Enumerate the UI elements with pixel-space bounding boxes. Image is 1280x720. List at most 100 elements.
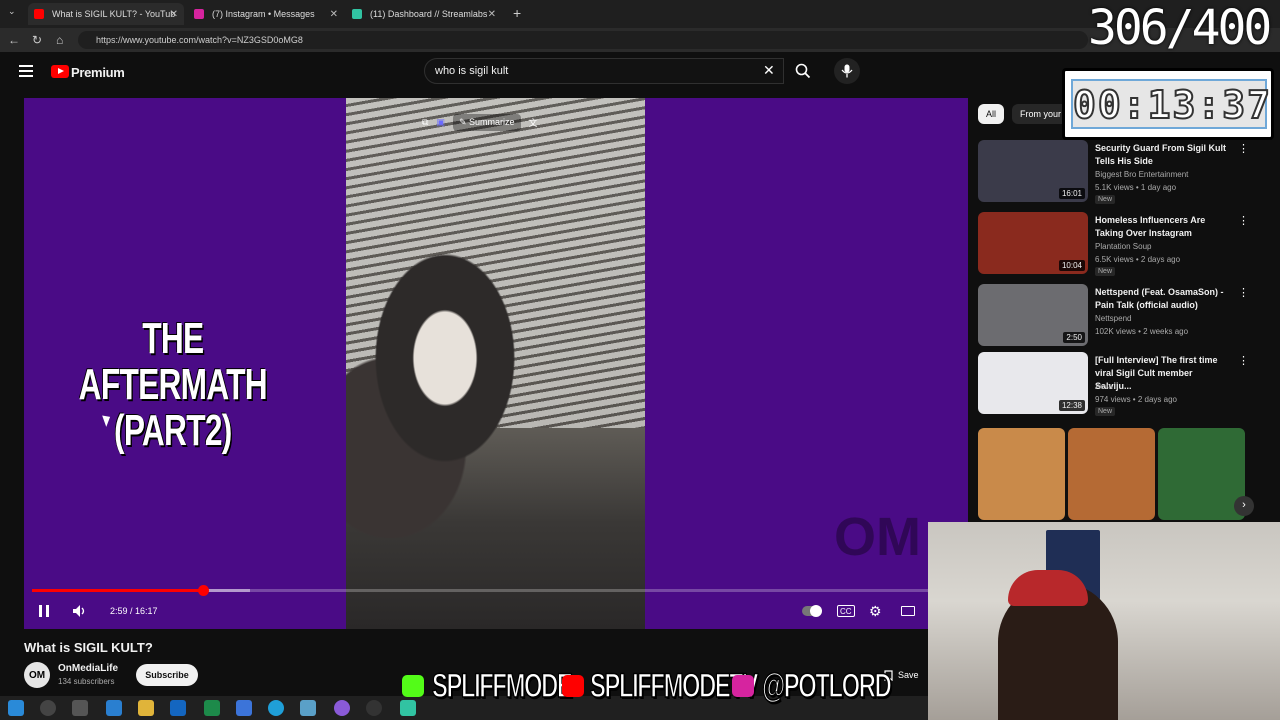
more-options-icon[interactable]: ⋮: [1238, 354, 1249, 367]
short-thumbnail[interactable]: [1158, 428, 1245, 520]
chip-all[interactable]: All: [978, 104, 1005, 124]
tab-list-icon[interactable]: ⌄: [8, 6, 16, 17]
new-badge: New: [1095, 195, 1116, 204]
store-icon[interactable]: [204, 700, 220, 716]
rec-title[interactable]: Security Guard From Sigil Kult Tells His…: [1095, 142, 1230, 168]
windows-start-icon[interactable]: [8, 700, 24, 716]
browser-icon[interactable]: [268, 700, 284, 716]
m365-icon[interactable]: [236, 700, 252, 716]
close-tab-icon[interactable]: ✕: [488, 9, 496, 20]
close-tab-icon[interactable]: ✕: [170, 9, 178, 20]
streamer-cap: [1008, 570, 1088, 606]
channel-avatar[interactable]: OM: [24, 662, 50, 688]
video-title: What is SIGIL KULT?: [24, 640, 153, 655]
summarize-label: Summarize: [469, 117, 515, 127]
edge-icon[interactable]: [106, 700, 122, 716]
rec-title[interactable]: [Full Interview] The first time viral Si…: [1095, 354, 1230, 393]
streamlabs-icon[interactable]: [400, 700, 416, 716]
new-tab-icon[interactable]: +: [513, 5, 521, 21]
recommended-video[interactable]: 12:38 [Full Interview] The first time vi…: [978, 352, 1268, 416]
miniplayer-icon[interactable]: ⧉: [422, 117, 428, 128]
voice-search-button[interactable]: [834, 58, 860, 84]
short-thumbnail[interactable]: [978, 428, 1065, 520]
rec-channel[interactable]: Nettspend: [1095, 314, 1131, 323]
rec-channel[interactable]: Plantation Soup: [1095, 242, 1152, 251]
video-thumbnail[interactable]: 12:38: [978, 352, 1088, 414]
rec-meta: 5.1K views • 1 day ago: [1095, 183, 1177, 192]
tab-instagram[interactable]: (7) Instagram • Messages ✕: [188, 3, 344, 25]
short-thumbnail[interactable]: [1068, 428, 1155, 520]
rec-meta: 6.5K views • 2 days ago: [1095, 255, 1181, 264]
close-tab-icon[interactable]: ✕: [330, 9, 338, 20]
duration-badge: 2:50: [1063, 332, 1085, 343]
more-options-icon[interactable]: ⋮: [1238, 286, 1249, 299]
video-thumbnail[interactable]: 16:01: [978, 140, 1088, 202]
video-top-actions: ⧉ ▣ ✎ Summarize 文: [422, 114, 538, 131]
rec-channel[interactable]: Avva: [1095, 382, 1113, 391]
scrubber-handle[interactable]: [197, 585, 209, 596]
app-icon[interactable]: [300, 700, 316, 716]
search-button[interactable]: [787, 58, 819, 84]
search-input[interactable]: who is sigil kult: [424, 58, 784, 84]
back-icon[interactable]: ←: [8, 33, 20, 47]
youtube-icon: [562, 675, 584, 697]
translate-icon[interactable]: 文: [529, 116, 538, 129]
autoplay-toggle[interactable]: [802, 603, 822, 619]
duration-badge: 10:04: [1058, 260, 1085, 271]
rec-meta: 974 views • 2 days ago: [1095, 395, 1177, 404]
rec-channel[interactable]: Biggest Bro Entertainment: [1095, 170, 1188, 179]
video-player[interactable]: THE AFTERMATH (PART2) OM ⧉ ▣ ✎ Summarize…: [24, 98, 968, 629]
stream-timer: 00:13:37: [1062, 68, 1274, 140]
tab-title: What is SIGIL KULT? - YouTub: [52, 9, 176, 19]
youtube-logo-icon[interactable]: [51, 65, 69, 78]
recommended-video[interactable]: 10:04 Homeless Influencers Are Taking Ov…: [978, 212, 1268, 276]
subscriber-count: 134 subscribers: [58, 677, 115, 686]
menu-icon[interactable]: [19, 65, 33, 77]
clear-search-icon[interactable]: ✕: [763, 62, 775, 79]
discord-icon[interactable]: [334, 700, 350, 716]
tab-youtube[interactable]: What is SIGIL KULT? - YouTub ✕: [28, 3, 184, 25]
settings-icon[interactable]: ⚙: [869, 603, 882, 619]
autoplay-toggle-knob: [810, 605, 822, 617]
outlook-icon[interactable]: [170, 700, 186, 716]
tab-title: (7) Instagram • Messages: [212, 9, 315, 19]
reload-icon[interactable]: ↻: [32, 33, 42, 47]
obs-icon[interactable]: [366, 700, 382, 716]
file-explorer-icon[interactable]: [138, 700, 154, 716]
video-frame: [346, 98, 645, 629]
tab-streamlabs[interactable]: (11) Dashboard // Streamlabs ✕: [346, 3, 502, 25]
brand-label: Premium: [71, 65, 125, 80]
search-value: who is sigil kult: [435, 65, 509, 77]
video-thumbnail[interactable]: 2:50: [978, 284, 1088, 346]
rec-title[interactable]: Nettspend (Feat. OsamaSon) - Pain Talk (…: [1095, 286, 1230, 312]
home-icon[interactable]: ⌂: [56, 33, 63, 47]
recommended-video[interactable]: 16:01 Security Guard From Sigil Kult Tel…: [978, 140, 1268, 204]
rec-title[interactable]: Homeless Influencers Are Taking Over Ins…: [1095, 214, 1230, 240]
captions-icon[interactable]: CC: [837, 605, 855, 617]
volume-button[interactable]: [72, 603, 88, 619]
volume-icon: [73, 605, 85, 617]
instagram-favicon-icon: [194, 9, 204, 19]
pause-icon: [39, 605, 49, 617]
recommended-video[interactable]: 2:50 Nettspend (Feat. OsamaSon) - Pain T…: [978, 284, 1268, 348]
pause-button[interactable]: [39, 603, 49, 619]
screenshot-icon[interactable]: ▣: [436, 117, 445, 128]
timer-text: 00:13:37: [1071, 79, 1271, 129]
played-bar: [32, 589, 203, 592]
progress-bar[interactable]: [32, 585, 960, 596]
subscribe-button[interactable]: Subscribe: [136, 664, 198, 686]
summarize-button[interactable]: ✎ Summarize: [452, 114, 521, 131]
channel-name[interactable]: OnMediaLife: [58, 663, 118, 674]
new-badge: New: [1095, 267, 1116, 276]
task-view-icon[interactable]: [72, 700, 88, 716]
video-thumbnail[interactable]: 10:04: [978, 212, 1088, 274]
more-options-icon[interactable]: ⋮: [1238, 214, 1249, 227]
search-icon[interactable]: [40, 700, 56, 716]
video-people: [346, 238, 566, 538]
theater-mode-icon[interactable]: [901, 603, 915, 619]
chevron-right-icon[interactable]: ›: [1234, 496, 1254, 516]
more-options-icon[interactable]: ⋮: [1238, 142, 1249, 155]
address-bar[interactable]: https://www.youtube.com/watch?v=NZ3GSD0o…: [78, 31, 1088, 49]
theater-frame: [901, 606, 915, 616]
goal-counter: 306/400: [1088, 0, 1272, 56]
